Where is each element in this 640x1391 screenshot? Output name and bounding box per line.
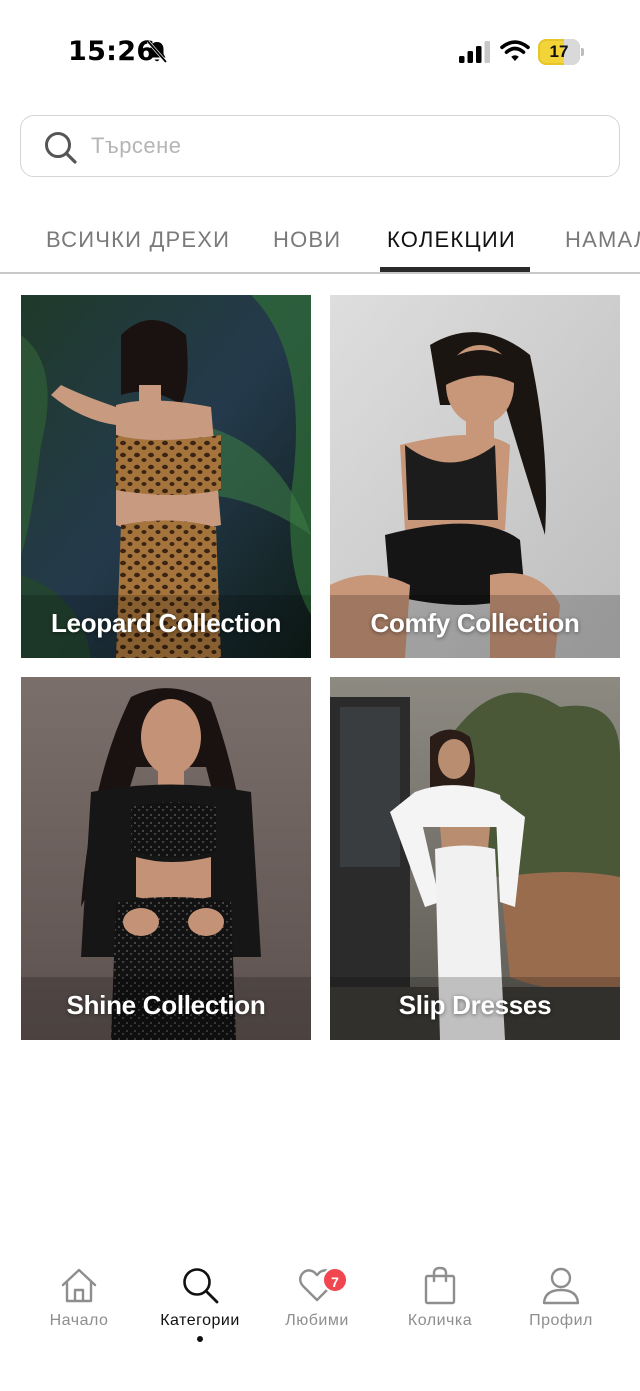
collection-title: Comfy Collection [370,608,580,638]
nav-item-categories[interactable]: Категории [140,1255,260,1345]
collection-image-slip-dresses [330,677,620,1040]
tab-sale[interactable]: НАМАЛЕНИЯ [565,227,640,253]
collection-title: Leopard Collection [50,608,282,638]
search-input[interactable] [91,126,591,166]
collection-card-slip-dresses[interactable]: Slip Dresses [330,677,620,1040]
nav-item-home[interactable]: Начало [19,1255,139,1345]
collection-image-leopard [21,295,311,658]
shopping-bag-icon [424,1266,456,1305]
nav-label-favorites: Любими [285,1312,349,1329]
wifi-icon [500,40,530,61]
tab-collections[interactable]: КОЛЕКЦИИ [387,227,516,253]
nav-item-cart[interactable]: Количка [380,1255,500,1345]
battery-percent: 17 [549,42,569,61]
bell-muted-icon [146,40,168,64]
search-bar[interactable] [20,115,620,177]
search-icon [183,1268,219,1304]
collection-image-comfy [330,295,620,658]
collection-card-leopard[interactable]: Leopard Collection [21,295,311,658]
active-nav-indicator [197,1336,203,1342]
search-icon [45,132,77,164]
tab-new[interactable]: НОВИ [273,227,341,253]
collection-card-comfy[interactable]: Comfy Collection [330,295,620,658]
collection-title: Slip Dresses [398,990,552,1020]
app-screen: 15:26 17 Търсене ВСИЧКИ ДРЕХИ НОВИ КОЛЕК… [0,0,640,1391]
collection-title: Shine Collection [66,990,266,1020]
nav-item-profile[interactable]: Профил [501,1255,621,1345]
nav-label-cart: Количка [407,1312,473,1329]
collection-image-shine [21,677,311,1040]
status-bar: 15:26 17 [0,0,640,100]
nav-item-favorites[interactable]: 7 Любими [257,1255,377,1345]
cellular-signal-icon [459,41,490,63]
favorites-count-badge: 7 [322,1267,348,1293]
profile-icon [542,1267,580,1305]
collection-card-shine[interactable]: Shine Collection [21,677,311,1040]
nav-label-home: Начало [49,1312,109,1329]
category-tabs: ВСИЧКИ ДРЕХИ НОВИ КОЛЕКЦИИ НАМАЛЕНИЯ [0,215,640,275]
tab-all-clothes[interactable]: ВСИЧКИ ДРЕХИ [46,227,230,253]
nav-label-categories: Категории [160,1312,240,1329]
bottom-navigation: Начало Категории 7 Любими Количка Профил [0,1255,640,1355]
battery-icon: 17 [538,39,584,65]
tabs-divider [0,272,640,274]
nav-label-profile: Профил [529,1312,593,1329]
status-time: 15:26 [68,36,156,67]
battery-tip [581,48,584,56]
home-icon [61,1268,97,1303]
